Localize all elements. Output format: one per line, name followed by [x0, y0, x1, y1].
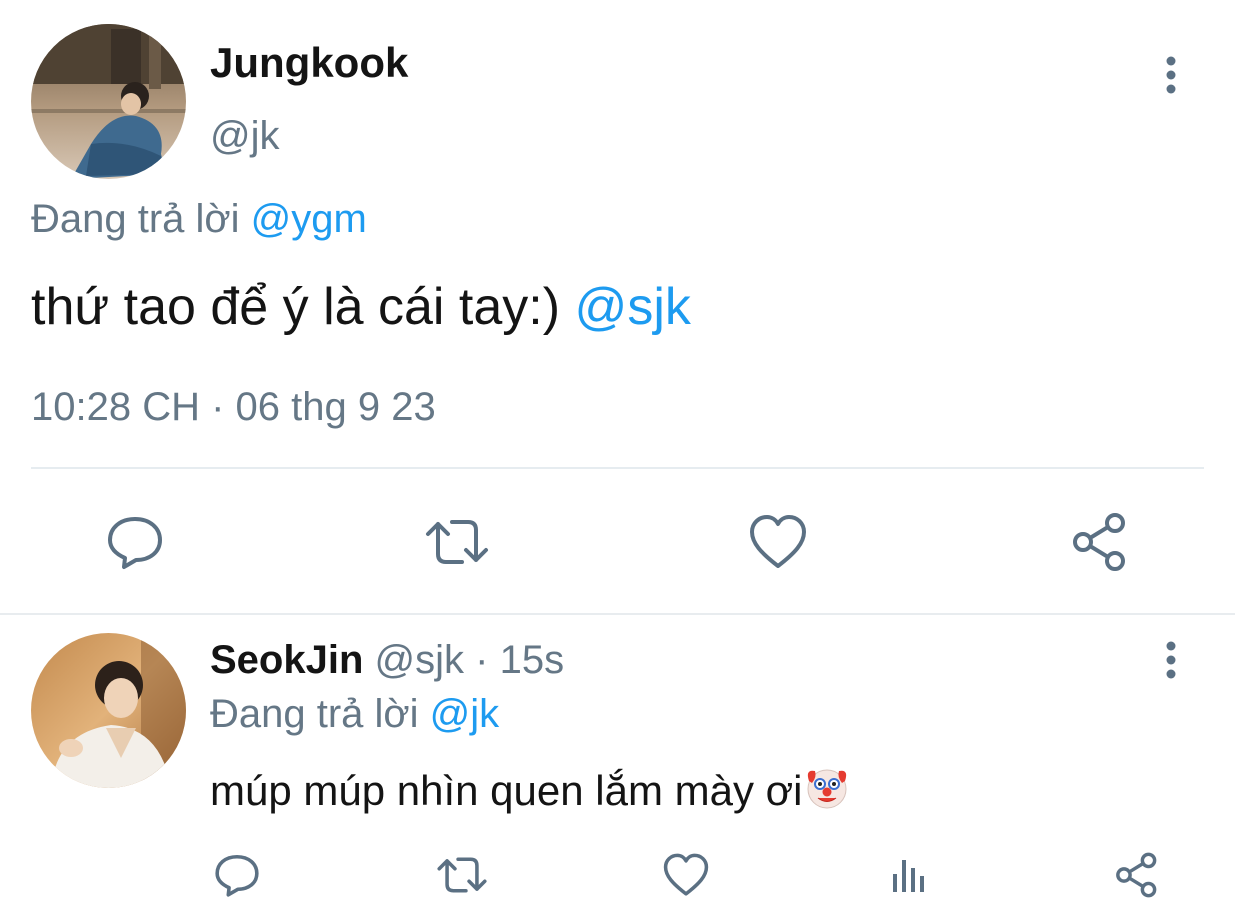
retweet-icon[interactable] [424, 514, 490, 570]
time-ago[interactable]: 15s [500, 638, 565, 682]
share-icon[interactable] [1070, 512, 1130, 572]
clown-face-icon [803, 763, 851, 811]
like-icon[interactable] [663, 853, 709, 897]
share-icon[interactable] [1114, 852, 1160, 898]
reply-header: SeokJin @sjk · 15s [210, 637, 564, 683]
display-name[interactable]: Jungkook [210, 40, 408, 86]
divider [31, 467, 1204, 469]
reply-to-link[interactable]: @ygm [251, 197, 367, 241]
avatar[interactable] [31, 633, 186, 788]
avatar[interactable] [31, 24, 186, 179]
tweet-text: thứ tao để ý là cái tay:) @sjk [31, 278, 691, 336]
tweet-body: múp múp nhìn quen lắm mày ơi [210, 767, 803, 814]
user-handle[interactable]: @jk [210, 113, 280, 159]
tweet-body: thứ tao để ý là cái tay:) [31, 278, 561, 336]
reply-icon[interactable] [106, 513, 164, 571]
separator-dot: · [475, 638, 489, 682]
reply-context: Đang trả lời @jk [210, 691, 499, 737]
tweet-text: múp múp nhìn quen lắm mày ơi [210, 763, 851, 815]
analytics-icon[interactable] [890, 856, 932, 894]
reply-context: Đang trả lời @ygm [31, 196, 367, 242]
like-icon[interactable] [749, 514, 807, 570]
user-handle[interactable]: @sjk [375, 638, 465, 682]
reply-prefix: Đang trả lời [31, 197, 240, 241]
retweet-icon[interactable] [436, 853, 488, 897]
tweet-separator [0, 613, 1235, 615]
more-options-icon[interactable] [1160, 640, 1182, 682]
reply-to-link[interactable]: @jk [430, 692, 500, 736]
reply-prefix: Đang trả lời [210, 692, 419, 736]
timestamp[interactable]: 10:28 CH · 06 thg 9 23 [31, 384, 436, 430]
more-options-icon[interactable] [1160, 55, 1182, 97]
mention-link[interactable]: @sjk [575, 278, 691, 336]
display-name[interactable]: SeokJin [210, 638, 363, 682]
reply-icon[interactable] [214, 852, 260, 898]
